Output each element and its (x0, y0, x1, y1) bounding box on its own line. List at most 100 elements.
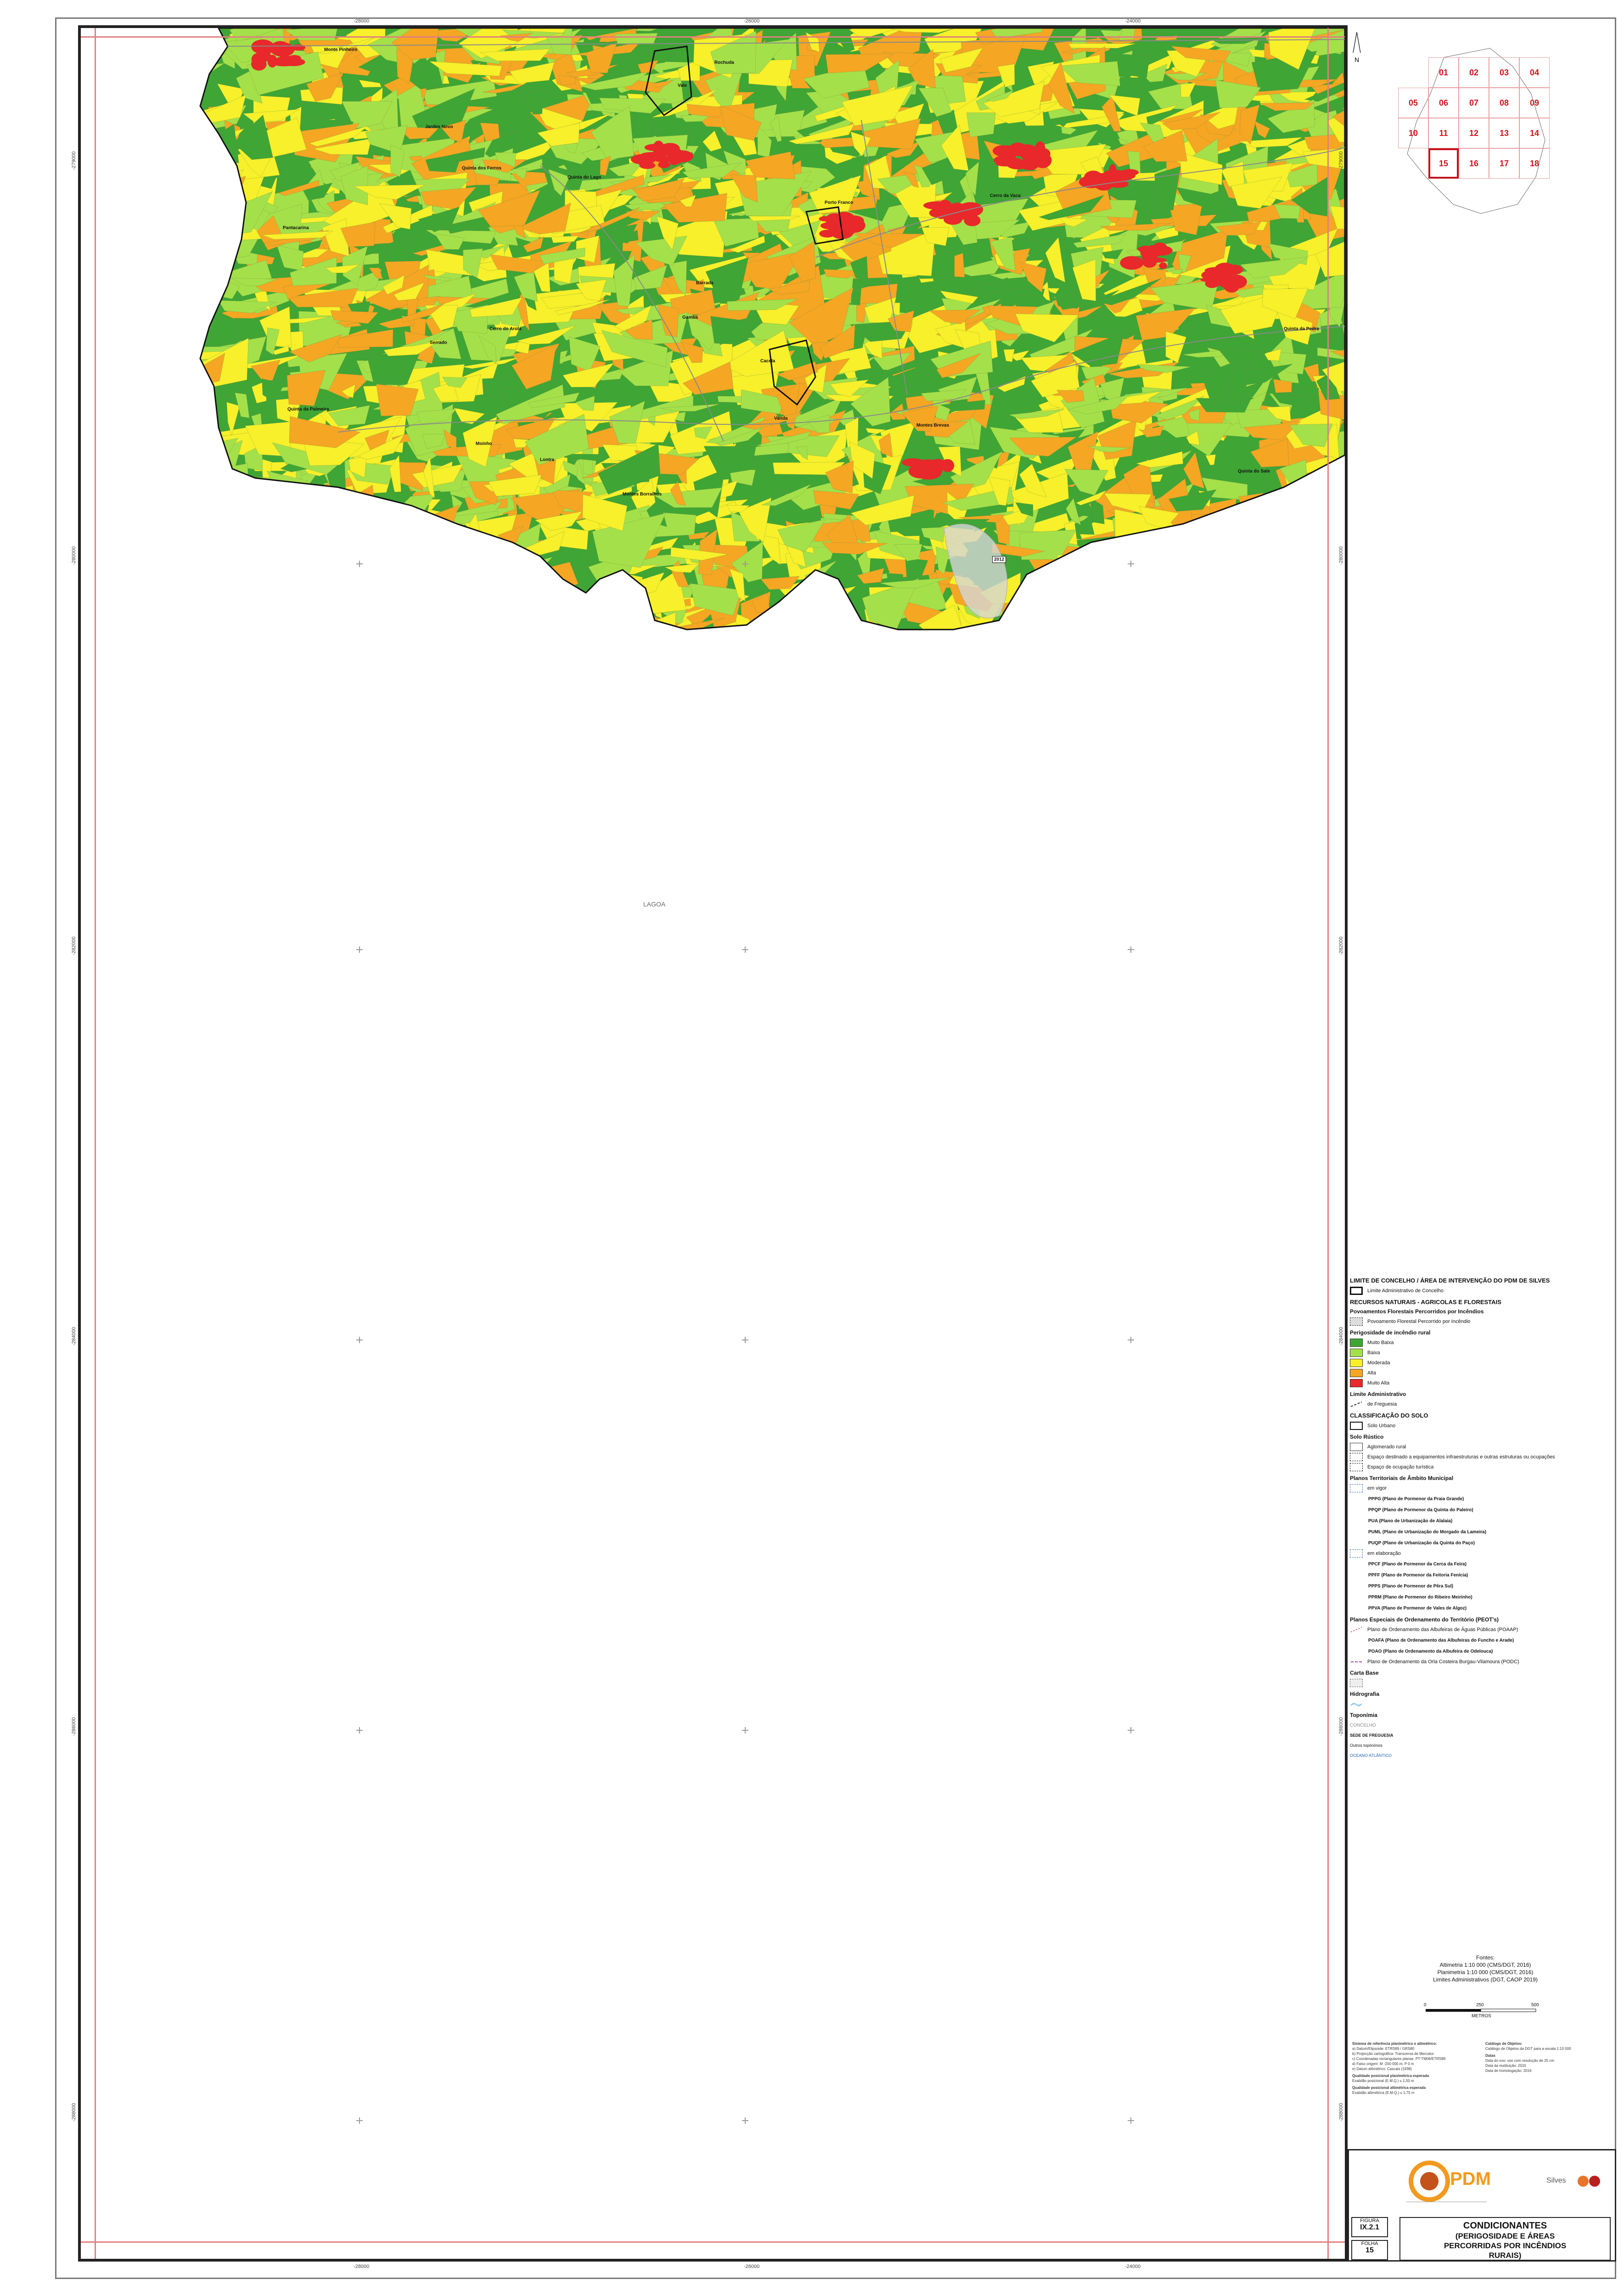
hazard-patch (488, 604, 558, 615)
hazard-map[interactable] (81, 28, 1345, 2259)
place-label-0: Monte Pinheiro (324, 47, 358, 52)
hazard-hotspot (1159, 262, 1167, 269)
hazard-patch (135, 74, 175, 114)
hazard-patch (582, 602, 633, 629)
hazard-patch (483, 564, 520, 597)
hazard-patch (1334, 466, 1345, 488)
hazard-patch (144, 531, 203, 567)
hazard-patch (200, 96, 213, 134)
hazard-patch (336, 584, 386, 609)
hazard-patch (1292, 582, 1305, 593)
hazard-hotspot (993, 145, 1019, 157)
place-label-8: Cerro da Vaca (990, 193, 1021, 198)
legend-item-class-0: Muito Baixa (1350, 1338, 1616, 1348)
sheet-index-cell-01[interactable]: 01 (1428, 57, 1459, 88)
sheet-index-cell-10[interactable]: 10 (1398, 118, 1428, 148)
hazard-patch (1242, 618, 1259, 630)
sheet-index-cell-06[interactable]: 06 (1428, 88, 1459, 118)
hazard-hotspot (1102, 169, 1128, 181)
hazard-patch (1251, 523, 1264, 537)
hazard-patch (200, 263, 203, 307)
place-label-3: Jardim Novo (425, 124, 453, 129)
hazard-patch (105, 73, 156, 110)
hazard-patch (305, 583, 317, 598)
hazard-patch (1238, 532, 1285, 554)
hazard-patch (203, 600, 262, 621)
scale-bar: 0 250 500 METROS (1407, 2000, 1554, 2023)
hazard-patch (362, 544, 404, 581)
figure-box: FIGURA IX.2.1 (1351, 2217, 1388, 2237)
hazard-patch (93, 197, 131, 222)
grid-cross-5 (1128, 946, 1134, 953)
hazard-patch (152, 331, 195, 349)
hazard-patch (1197, 608, 1230, 628)
hazard-patch (122, 101, 180, 113)
hazard-patch (535, 600, 553, 630)
hazard-patch (179, 103, 202, 133)
sheet-index-cell-07[interactable]: 07 (1459, 88, 1489, 118)
hazard-patch (405, 608, 454, 630)
hazard-patch (200, 210, 221, 253)
sheet-index-cell-16[interactable]: 16 (1459, 148, 1489, 179)
hazard-patch (1146, 586, 1179, 609)
hazard-patch (125, 535, 195, 547)
legend-item-oceano: OCEANO ATLÂNTICO (1350, 1753, 1392, 1758)
hazard-patch (146, 602, 190, 620)
tech-line-l5-1: Data da restituição: 2015 (1485, 2064, 1526, 2068)
lagoa-label: LAGOA (643, 900, 666, 908)
sheet-index-cell-05[interactable]: 05 (1398, 88, 1428, 118)
right-panel: N 01 02 03 04 05 06 07 08 09 10 11 12 13 14 15 16 17 18 L… (1348, 25, 1616, 2262)
hazard-patch (101, 123, 152, 174)
hazard-patch (1172, 602, 1210, 619)
hazard-patch (1236, 613, 1280, 630)
hazard-patch (1315, 585, 1343, 620)
legend-item-solo-urbano: Solo Urbano (1350, 1421, 1616, 1431)
sheet-index-cell-08[interactable]: 08 (1489, 88, 1519, 118)
hazard-patch (348, 551, 399, 556)
hazard-patch (244, 613, 287, 630)
sheet-index-cell-04[interactable]: 04 (1519, 57, 1550, 88)
sheet-index-cell-02[interactable]: 02 (1459, 57, 1489, 88)
sheet-index-cell-15[interactable]: 15 (1428, 148, 1459, 179)
hazard-patch (106, 312, 138, 330)
sheet-index-cell-18[interactable]: 18 (1519, 148, 1550, 179)
north-arrow-icon: N (1353, 32, 1361, 63)
hazard-patch (300, 586, 366, 600)
hazard-patch (1229, 541, 1262, 572)
hazard-patch (115, 324, 153, 349)
hazard-hotspot (1006, 160, 1028, 169)
place-label-6: Porto Franco (825, 200, 854, 205)
hazard-patch (145, 73, 193, 95)
hazard-patch (93, 376, 128, 411)
hazard-hotspot (1148, 245, 1156, 253)
hazard-patch (121, 107, 187, 122)
sheet-index-cell-09[interactable]: 09 (1519, 88, 1550, 118)
legend-heading-toponimia: Toponímia (1350, 1712, 1377, 1718)
hazard-patch (594, 624, 624, 630)
sheet-index-cell-14[interactable]: 14 (1519, 118, 1550, 148)
sheet-index-cell-12[interactable]: 12 (1459, 118, 1489, 148)
hazard-patch (112, 446, 131, 463)
sheet-index-cell-13[interactable]: 13 (1489, 118, 1519, 148)
hazard-patch (137, 174, 192, 185)
hazard-patch (107, 180, 140, 226)
hazard-patch (315, 578, 370, 619)
legend-plano-planos_vigor-3: PUML (Plano de Urbanização do Morgado da… (1368, 1529, 1487, 1535)
sheet-index-cell-11[interactable]: 11 (1428, 118, 1459, 148)
hazard-patch (495, 595, 506, 630)
class-swatch-2 (1350, 1359, 1363, 1367)
hazard-patch (1231, 575, 1284, 598)
sheet-index-cell-03[interactable]: 03 (1489, 57, 1519, 88)
hazard-patch (208, 539, 270, 577)
sheet-index-cell-17[interactable]: 17 (1489, 148, 1519, 179)
legend-heading-perigosidade: Perigosidade de incêndio rural (1350, 1329, 1431, 1336)
hazard-patch (228, 479, 278, 506)
hazard-patch (111, 59, 163, 103)
hazard-patch (1188, 557, 1257, 579)
legend-plano-planos_elab-0: PPCF (Plano de Pormenor da Cerca da Feir… (1368, 1561, 1467, 1567)
hazard-patch (482, 634, 492, 642)
em-vigor-swatch (1350, 1484, 1363, 1492)
hazard-patch (102, 223, 125, 246)
hazard-patch (83, 410, 146, 465)
hazard-patch (155, 375, 174, 422)
